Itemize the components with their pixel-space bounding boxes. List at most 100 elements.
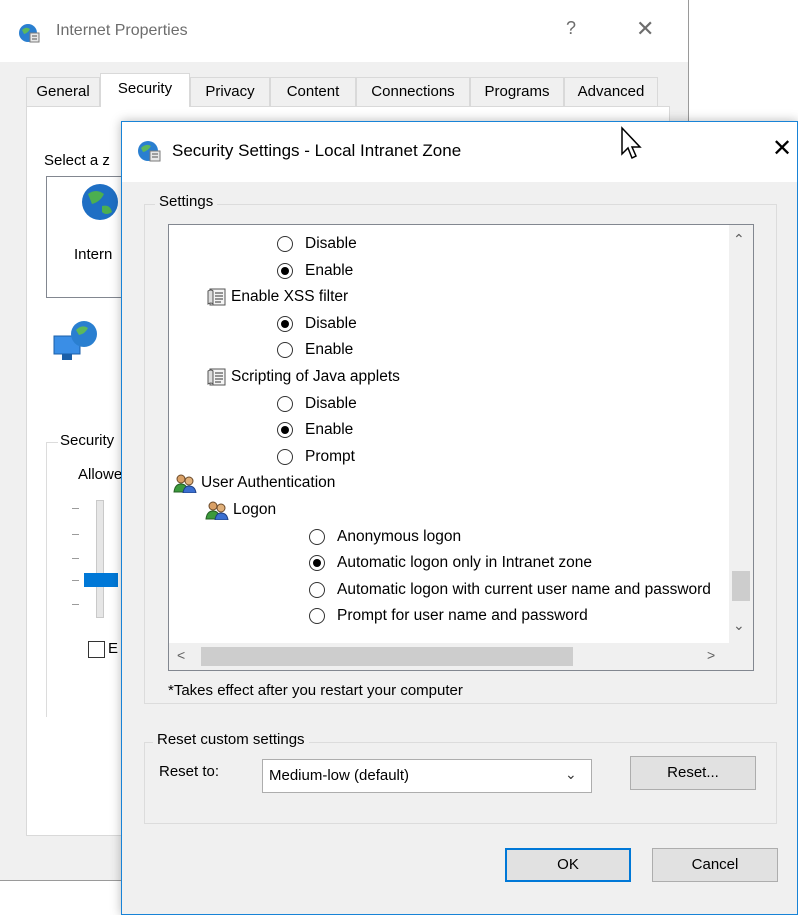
- security-group-border: [46, 442, 58, 443]
- radio-option-row: Prompt: [169, 444, 729, 470]
- radio-dot: [281, 426, 289, 435]
- radio-option-label[interactable]: Disable: [305, 231, 357, 257]
- zone-internet-label: Intern: [74, 246, 113, 263]
- radio-option-label[interactable]: Automatic logon only in Intranet zone: [337, 550, 592, 576]
- radio-option-row: Disable: [169, 391, 729, 417]
- radio-button-checked[interactable]: [277, 262, 293, 279]
- mouse-pointer-icon: [621, 126, 642, 160]
- network-globe-icon: [53, 321, 97, 360]
- radio-option-label[interactable]: Disable: [305, 311, 357, 337]
- scroll-up-arrow-icon[interactable]: ⌃: [733, 231, 745, 248]
- scroll-right-arrow-icon[interactable]: >: [707, 647, 715, 663]
- internet-options-icon: [138, 141, 161, 162]
- window-title: Internet Properties: [56, 22, 188, 39]
- chevron-down-icon: ⌄: [565, 766, 577, 782]
- scroll-left-arrow-icon[interactable]: <: [177, 647, 185, 663]
- security-level-slider-thumb[interactable]: [84, 573, 118, 587]
- slider-tick: [72, 508, 79, 509]
- radio-option-row: Disable: [169, 231, 729, 257]
- setting-category-label: User Authentication: [201, 474, 336, 492]
- dialog-title: Security Settings - Local Intranet Zone: [172, 141, 462, 160]
- radio-dot: [313, 559, 321, 568]
- radio-option-row: Enable: [169, 417, 729, 443]
- radio-button-checked[interactable]: [309, 555, 325, 572]
- radio-button[interactable]: [309, 528, 325, 545]
- scroll-down-arrow-icon[interactable]: ⌄: [733, 617, 745, 634]
- vertical-scrollbar[interactable]: ⌃ ⌄: [729, 225, 753, 643]
- allowed-levels-label: Allowe: [78, 466, 123, 483]
- close-button[interactable]: ✕: [636, 16, 654, 42]
- ok-button[interactable]: OK: [505, 848, 631, 882]
- tab-connections[interactable]: Connections: [356, 77, 470, 106]
- reset-level-select[interactable]: Medium-low (default) ⌄: [262, 759, 592, 793]
- setting-category-row: Enable XSS filter: [169, 284, 729, 310]
- radio-button[interactable]: [309, 581, 325, 598]
- setting-category-label: Logon: [233, 501, 277, 518]
- reset-group-label: Reset custom settings: [153, 731, 309, 748]
- settings-tree-list[interactable]: Disable Enable Enable XSS filter Disable Ena…: [168, 224, 754, 671]
- radio-option-row: Automatic logon only in Intranet zone: [169, 550, 729, 576]
- checkbox-label: E: [108, 640, 119, 657]
- radio-option-label[interactable]: Disable: [305, 391, 357, 417]
- scroll-corner: [729, 643, 753, 670]
- security-level-slider-track[interactable]: [96, 500, 104, 618]
- radio-button[interactable]: [277, 342, 293, 359]
- script-setting-icon: [207, 368, 226, 386]
- tab-general[interactable]: General: [26, 77, 100, 106]
- radio-option-label[interactable]: Prompt for user name and password: [337, 603, 588, 629]
- radio-dot: [281, 266, 289, 275]
- slider-tick: [72, 604, 79, 605]
- radio-option-label[interactable]: Automatic logon with current user name a…: [337, 577, 711, 603]
- radio-option-row: Disable: [169, 311, 729, 337]
- radio-button[interactable]: [277, 448, 293, 465]
- radio-button-checked[interactable]: [277, 315, 293, 332]
- horizontal-scroll-thumb[interactable]: [201, 647, 573, 666]
- radio-option-label[interactable]: Anonymous logon: [337, 524, 461, 550]
- help-button[interactable]: ?: [566, 18, 576, 39]
- radio-button[interactable]: [277, 236, 293, 252]
- user-setting-category-row: User Authentication: [169, 470, 729, 496]
- radio-option-label[interactable]: Enable: [305, 258, 353, 284]
- select-zone-label: Select a z: [44, 152, 110, 169]
- security-group-border-side: [46, 442, 47, 717]
- title-bar: Internet Properties ? ✕: [0, 0, 688, 62]
- internet-zone-globe-icon: [82, 184, 118, 220]
- reset-to-label: Reset to:: [159, 763, 220, 780]
- radio-button[interactable]: [277, 395, 293, 412]
- setting-category-label: Scripting of Java applets: [231, 368, 400, 385]
- radio-option-row: Enable: [169, 258, 729, 284]
- enable-protected-mode-checkbox[interactable]: [88, 641, 105, 658]
- reset-button[interactable]: Reset...: [630, 756, 756, 790]
- setting-category-label: Enable XSS filter: [231, 288, 349, 306]
- radio-button[interactable]: [309, 608, 325, 625]
- slider-tick: [72, 580, 79, 581]
- reset-level-select-value: Medium-low (default): [269, 767, 410, 784]
- radio-dot: [281, 319, 289, 328]
- tab-security[interactable]: Security: [100, 73, 190, 107]
- slider-tick: [72, 534, 79, 535]
- radio-button-checked[interactable]: [277, 422, 293, 439]
- tab-content[interactable]: Content: [270, 77, 356, 106]
- restart-note: *Takes effect after you restart your com…: [168, 682, 463, 699]
- radio-option-label[interactable]: Prompt: [305, 444, 355, 470]
- vertical-scroll-thumb[interactable]: [732, 571, 750, 601]
- security-settings-dialog: Security Settings - Local Intranet Zone …: [121, 121, 798, 915]
- tab-privacy[interactable]: Privacy: [190, 77, 270, 106]
- dialog-title-bar: Security Settings - Local Intranet Zone …: [122, 122, 797, 182]
- tab-advanced[interactable]: Advanced: [564, 77, 658, 106]
- settings-group-label: Settings: [155, 193, 218, 210]
- cancel-button[interactable]: Cancel: [652, 848, 778, 882]
- horizontal-scrollbar[interactable]: < >: [169, 643, 729, 670]
- radio-option-row: Prompt for user name and password: [169, 603, 729, 629]
- internet-options-icon: [19, 24, 40, 43]
- setting-category-row: Scripting of Java applets: [169, 364, 729, 390]
- tab-programs[interactable]: Programs: [470, 77, 564, 106]
- radio-option-label[interactable]: Enable: [305, 417, 353, 443]
- radio-option-row: Automatic logon with current user name a…: [169, 577, 729, 603]
- user-setting-category-row: Logon: [169, 497, 729, 523]
- dialog-close-button[interactable]: ✕: [772, 134, 792, 163]
- radio-option-label[interactable]: Enable: [305, 337, 353, 363]
- slider-tick: [72, 558, 79, 559]
- script-setting-icon: [207, 288, 226, 306]
- radio-option-row: Enable: [169, 337, 729, 363]
